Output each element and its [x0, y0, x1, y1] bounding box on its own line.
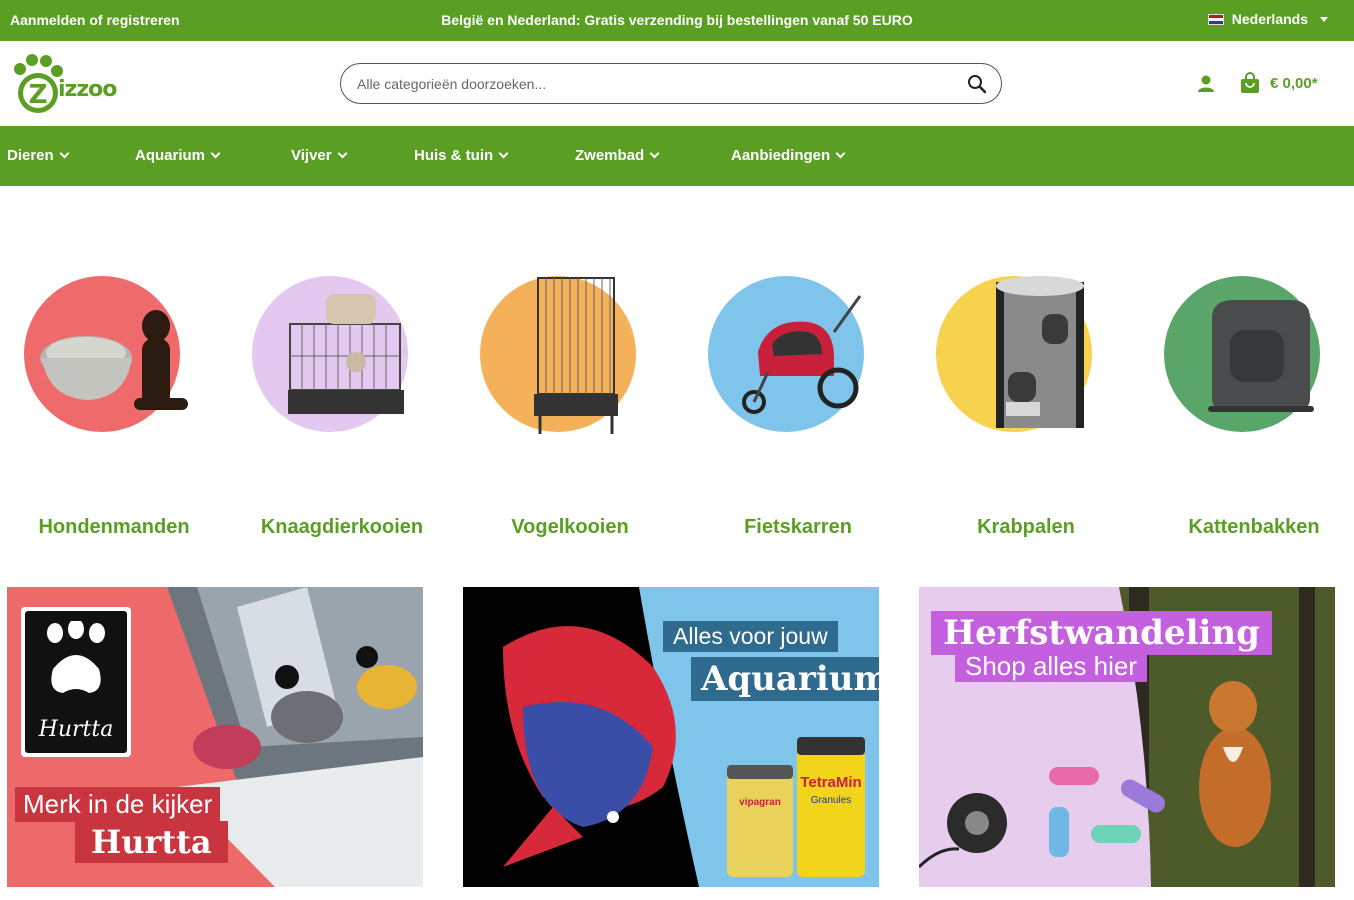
category-label: Fietskarren — [744, 516, 852, 538]
language-selector[interactable]: Nederlands — [1207, 11, 1328, 27]
site-header: Z izzoo € 0,00* — [0, 41, 1354, 126]
zizzoo-logo[interactable]: Z izzoo — [10, 53, 130, 115]
chevron-down-icon — [337, 148, 348, 159]
shipping-promo-text: België en Nederland: Gratis verzending b… — [441, 12, 913, 28]
category-label: Vogelkooien — [511, 516, 629, 538]
chevron-down-icon — [835, 148, 846, 159]
svg-text:Z: Z — [29, 80, 48, 110]
banner-hurtta[interactable]: Hurtta Merk in de kijker Hurtta — [7, 587, 423, 887]
nav-item-aquarium[interactable]: Aquarium — [135, 147, 221, 164]
banner-aquarium-line2: Aquarium — [691, 657, 879, 701]
category-fietskarren[interactable]: Fietskarren — [684, 276, 912, 546]
chevron-down-icon — [59, 148, 70, 159]
hurtta-logo-text: Hurtta — [38, 717, 114, 742]
vipagran-product-label: vipagran — [739, 797, 781, 808]
chevron-down-icon — [649, 148, 660, 159]
nav-item-vijver[interactable]: Vijver — [291, 147, 348, 164]
nav-item-huis-tuin[interactable]: Huis & tuin — [414, 147, 509, 164]
netherlands-flag-icon — [1207, 13, 1224, 25]
search-icon[interactable] — [967, 74, 987, 94]
caret-down-icon — [1320, 16, 1328, 22]
hurtta-logo-bg: Hurtta — [25, 611, 127, 753]
tetramin-product-label: TetraMin — [800, 774, 861, 791]
category-kattenbakken[interactable]: Kattenbakken — [1140, 276, 1354, 546]
category-label: Kattenbakken — [1188, 516, 1320, 538]
tetramin-product-sub: Granules — [811, 795, 852, 806]
cat-scratching-post-image — [996, 276, 1084, 428]
banner-herfstwandeling[interactable]: Herfstwandeling Shop alles hier — [919, 587, 1335, 887]
search-bar[interactable] — [340, 63, 1002, 104]
hurtta-logo-frame: Hurtta — [21, 607, 131, 757]
nav-item-label: Huis & tuin — [414, 147, 494, 164]
banner-hurtta-line1: Merk in de kijker — [15, 787, 221, 822]
search-input[interactable] — [357, 74, 947, 94]
cart-total[interactable]: € 0,00* — [1270, 75, 1318, 92]
top-bar: Aanmelden of registreren België en Neder… — [0, 0, 1354, 41]
nav-item-label: Dieren — [7, 147, 54, 164]
banner-aquarium[interactable]: vipagran TetraMin Granules Alles voor jo… — [463, 587, 879, 887]
banner-herfst-line1: Herfstwandeling — [931, 611, 1272, 655]
chevron-down-icon — [498, 148, 509, 159]
banner-aquarium-line1: Alles voor jouw — [663, 621, 838, 652]
nav-item-aanbiedingen[interactable]: Aanbiedingen — [731, 147, 846, 164]
nav-item-dieren[interactable]: Dieren — [7, 147, 70, 164]
chevron-down-icon — [210, 148, 221, 159]
bike-trailer-image — [742, 295, 862, 414]
category-vogelkooien[interactable]: Vogelkooien — [456, 276, 684, 546]
banner-herfst-line2: Shop alles hier — [955, 651, 1147, 682]
nav-item-label: Aanbiedingen — [731, 147, 831, 164]
login-register-link[interactable]: Aanmelden of registreren — [10, 12, 180, 28]
bird-cage-image — [534, 277, 618, 434]
category-label: Hondenmanden — [38, 516, 190, 538]
category-krabpalen[interactable]: Krabpalen — [912, 276, 1140, 546]
nav-item-zwembad[interactable]: Zwembad — [575, 147, 660, 164]
category-hondenmanden[interactable]: Hondenmanden — [0, 276, 228, 546]
category-knaagdierkooien[interactable]: Knaagdierkooien — [228, 276, 456, 546]
nav-item-label: Vijver — [291, 147, 332, 164]
main-navigation: Dieren Aquarium Vijver Huis & tuin Zwemb… — [0, 126, 1354, 186]
paw-icon — [47, 621, 105, 693]
nav-item-label: Aquarium — [135, 147, 206, 164]
category-label: Knaagdierkooien — [260, 516, 424, 538]
nav-item-label: Zwembad — [575, 147, 645, 164]
rodent-cage-image — [288, 294, 404, 414]
dog-bed-image — [40, 310, 188, 410]
cat-litter-box-image — [1208, 300, 1314, 412]
logo-wordmark: izzoo — [58, 77, 117, 102]
account-icon[interactable] — [1196, 74, 1216, 94]
category-label: Krabpalen — [977, 516, 1075, 538]
language-label: Nederlands — [1231, 11, 1308, 27]
banner-hurtta-line2: Hurtta — [75, 821, 228, 863]
shopping-bag-icon[interactable] — [1240, 72, 1260, 94]
